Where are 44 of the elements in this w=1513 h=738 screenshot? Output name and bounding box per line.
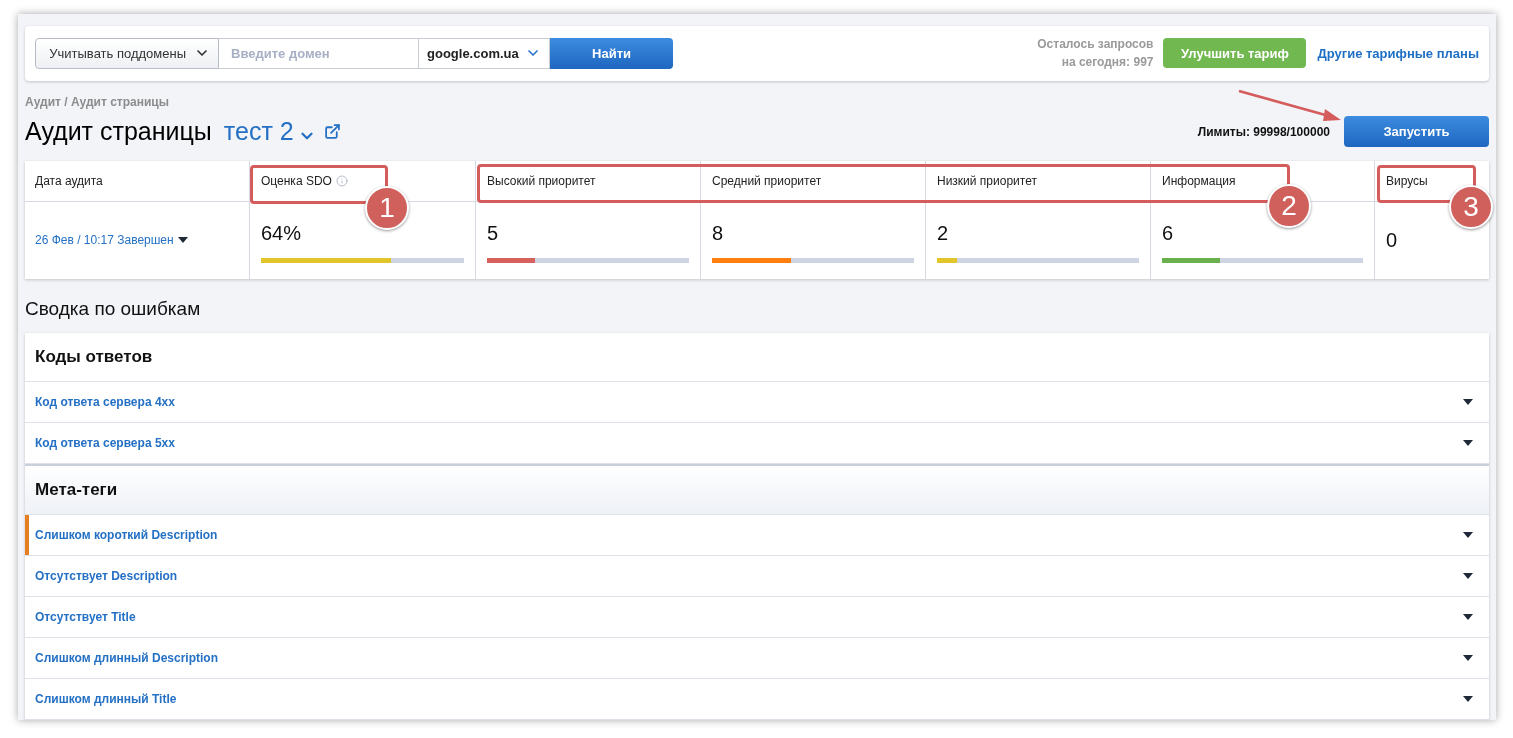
plans-link[interactable]: Другие тарифные планы — [1317, 43, 1479, 63]
column-heading: Высокий приоритет — [487, 172, 596, 190]
column-heading: Информация — [1162, 172, 1236, 190]
error-row[interactable]: Отсутствует Description — [25, 556, 1489, 597]
group-title: Коды ответов — [35, 346, 153, 369]
metric-value: 0 — [1386, 228, 1398, 253]
group-title: Мета-теги — [35, 479, 118, 502]
caret-icon — [1463, 573, 1473, 579]
metric-value: 6 — [1162, 220, 1174, 246]
project-dropdown[interactable]: тест 2 — [223, 112, 316, 151]
column-heading: Дата аудита — [35, 172, 103, 190]
error-row[interactable]: Код ответа сервера 4xx — [25, 382, 1489, 423]
error-row[interactable]: Код ответа сервера 5xx — [25, 423, 1489, 464]
external-link-icon[interactable] — [323, 123, 341, 140]
summary-title: Сводка по ошибкам — [25, 296, 201, 321]
column-heading: Низкий приоритет — [937, 172, 1037, 190]
caret-icon — [1463, 614, 1473, 620]
error-row[interactable]: Слишком длинный Description — [25, 638, 1489, 679]
search-button[interactable]: Найти — [550, 37, 673, 69]
caret-icon — [177, 237, 188, 243]
column-heading: Вирусы — [1386, 172, 1428, 190]
limits-text: Лимиты: 99998/100000 — [1197, 123, 1330, 141]
metric-value: 64% — [261, 220, 302, 246]
audit-date-dropdown[interactable]: 26 Фев / 10:17 Завершен — [35, 231, 188, 249]
metric-value: 2 — [937, 220, 949, 246]
breadcrumb: Аудит / Аудит страницы — [25, 93, 169, 111]
caret-icon — [1463, 655, 1473, 661]
region-select[interactable]: google.com.ua — [418, 37, 550, 69]
subdomain-select[interactable]: Учитывать поддомены — [35, 37, 219, 69]
error-row[interactable]: Слишком длинный Title — [25, 679, 1489, 720]
domain-field[interactable]: Введите домен — [219, 37, 418, 69]
run-button[interactable]: Запустить — [1344, 116, 1489, 147]
metric-value: 5 — [487, 220, 499, 246]
caret-icon — [1463, 399, 1473, 405]
caret-icon — [1463, 532, 1473, 538]
column-heading: Средний приоритет — [712, 172, 822, 190]
error-row[interactable]: Слишком короткий Description — [25, 515, 1489, 556]
page-title: Аудит страницы — [25, 115, 212, 147]
column-heading: Оценка SDO — [261, 172, 332, 190]
metric-value: 8 — [712, 220, 724, 246]
caret-icon — [1463, 696, 1473, 702]
requests-left-text: Осталось запросов на сегодня: 997 — [1037, 36, 1154, 72]
error-row[interactable]: Отсутствует Title — [25, 597, 1489, 638]
caret-icon — [1463, 440, 1473, 446]
